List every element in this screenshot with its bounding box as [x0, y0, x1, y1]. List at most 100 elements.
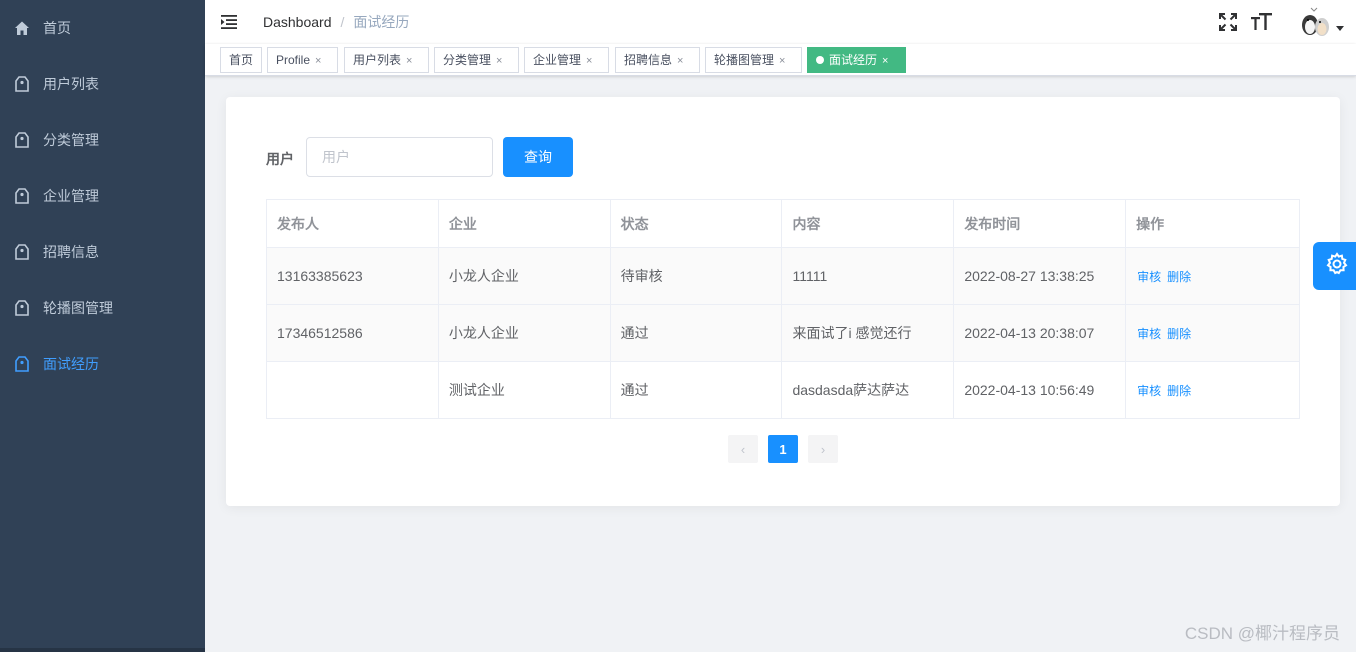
- cell-actions: 审核 删除: [1125, 361, 1300, 419]
- tag-profile[interactable]: Profile ×: [267, 47, 338, 73]
- review-link[interactable]: 审核: [1137, 270, 1161, 284]
- table-row: 17346512586 小龙人企业 通过 来面试了i 感觉还行 2022-04-…: [266, 304, 1300, 362]
- sidebar-item-label: 企业管理: [43, 188, 99, 204]
- cell-publisher: [266, 361, 439, 419]
- sidebar-scrollbar: [0, 648, 205, 652]
- sidebar-item-home[interactable]: 首页: [0, 0, 205, 56]
- tag-label: 分类管理: [443, 53, 492, 67]
- hamburger-icon[interactable]: [221, 14, 239, 30]
- sidebar: 首页 用户列表 分类管理 企业管理 招聘信息 轮播图管理 面试经历: [0, 0, 205, 652]
- breadcrumb-separator: /: [340, 14, 345, 30]
- sidebar-item-label: 分类管理: [43, 132, 99, 148]
- close-icon[interactable]: ×: [315, 55, 321, 67]
- sidebar-item-label: 用户列表: [43, 76, 99, 92]
- user-filter-label: 用户: [266, 151, 294, 167]
- cell-status: 待审核: [609, 247, 783, 305]
- cell-status: 通过: [609, 304, 783, 362]
- delete-link[interactable]: 删除: [1167, 384, 1191, 398]
- tag-interview[interactable]: 面试经历 ×: [807, 47, 906, 73]
- table-row: 13163385623 小龙人企业 待审核 11111 2022-08-27 1…: [266, 247, 1300, 305]
- tag-label: 首页: [229, 53, 254, 67]
- tag-icon: [14, 188, 30, 204]
- tag-home[interactable]: 首页: [220, 47, 262, 73]
- sidebar-item-label: 面试经历: [43, 356, 99, 372]
- fullscreen-icon[interactable]: [1216, 10, 1240, 34]
- cell-time: 2022-08-27 13:38:25: [953, 247, 1127, 305]
- close-icon[interactable]: ×: [779, 55, 785, 67]
- cell-time: 2022-04-13 10:56:49: [953, 361, 1127, 419]
- interview-table: 发布人 企业 状态 内容 发布时间 操作 13163385623 小龙人企业 待…: [266, 199, 1300, 419]
- column-header-status: 状态: [609, 199, 783, 248]
- pagination: ‹ 1 ›: [728, 435, 848, 463]
- cell-content: dasdasda萨达萨达: [781, 361, 955, 419]
- review-link[interactable]: 审核: [1137, 384, 1161, 398]
- sidebar-item-recruit[interactable]: 招聘信息: [0, 224, 205, 280]
- active-dot-icon: [816, 56, 824, 64]
- breadcrumb-current: 面试经历: [353, 14, 410, 30]
- settings-button[interactable]: [1313, 242, 1356, 290]
- cell-status: 通过: [609, 361, 783, 419]
- cell-company: 测试企业: [437, 361, 611, 419]
- column-header-publisher: 发布人: [266, 199, 439, 248]
- home-icon: [14, 20, 30, 36]
- column-header-company: 企业: [437, 199, 611, 248]
- tag-recruit[interactable]: 招聘信息 ×: [615, 47, 700, 73]
- next-page-button[interactable]: ›: [808, 435, 838, 463]
- cell-actions: 审核 删除: [1125, 304, 1300, 362]
- sidebar-item-label: 招聘信息: [43, 244, 99, 260]
- sidebar-item-carousel[interactable]: 轮播图管理: [0, 280, 205, 336]
- user-search-input[interactable]: [306, 137, 493, 177]
- caret-down-icon[interactable]: [1336, 26, 1344, 32]
- tags-view: 首页 Profile × 用户列表 × 分类管理 × 企业管理 × 招聘信息 × 轮播图管…: [205, 44, 1356, 76]
- cell-publisher: 17346512586: [266, 304, 439, 362]
- tag-icon: [14, 300, 30, 316]
- delete-link[interactable]: 删除: [1167, 327, 1191, 341]
- font-size-icon[interactable]: [1250, 10, 1274, 34]
- close-icon[interactable]: ×: [882, 55, 888, 67]
- cell-time: 2022-04-13 20:38:07: [953, 304, 1127, 362]
- cell-actions: 审核 删除: [1125, 247, 1300, 305]
- column-header-content: 内容: [781, 199, 955, 248]
- sidebar-item-label: 轮播图管理: [43, 300, 113, 316]
- search-button[interactable]: 查询: [503, 137, 573, 177]
- cell-company: 小龙人企业: [437, 304, 611, 362]
- prev-page-button[interactable]: ‹: [728, 435, 758, 463]
- table-row: 测试企业 通过 dasdasda萨达萨达 2022-04-13 10:56:49…: [266, 361, 1300, 419]
- column-header-actions: 操作: [1125, 199, 1300, 248]
- tag-label: 用户列表: [353, 53, 402, 67]
- close-icon[interactable]: ×: [406, 55, 412, 67]
- close-icon[interactable]: ×: [677, 55, 683, 67]
- sidebar-item-interview[interactable]: 面试经历: [0, 336, 205, 392]
- tag-label: 轮播图管理: [714, 53, 775, 67]
- navbar-right-menu: [1216, 0, 1356, 44]
- close-icon[interactable]: ×: [586, 55, 592, 67]
- sidebar-item-category[interactable]: 分类管理: [0, 112, 205, 168]
- navbar: Dashboard / 面试经历: [205, 0, 1356, 44]
- tag-icon: [14, 76, 30, 92]
- delete-link[interactable]: 删除: [1167, 270, 1191, 284]
- cell-company: 小龙人企业: [437, 247, 611, 305]
- watermark: CSDN @椰汁程序员: [1184, 624, 1340, 643]
- breadcrumb: Dashboard / 面试经历: [263, 12, 409, 32]
- tag-users[interactable]: 用户列表 ×: [344, 47, 429, 73]
- page-number-button[interactable]: 1: [768, 435, 798, 463]
- column-header-time: 发布时间: [953, 199, 1127, 248]
- tag-company[interactable]: 企业管理 ×: [524, 47, 609, 73]
- avatar[interactable]: [1298, 5, 1332, 39]
- tag-label: Profile: [276, 53, 311, 67]
- breadcrumb-root[interactable]: Dashboard: [263, 14, 332, 30]
- gear-icon: [1325, 251, 1349, 281]
- tag-category[interactable]: 分类管理 ×: [434, 47, 519, 73]
- sidebar-item-users[interactable]: 用户列表: [0, 56, 205, 112]
- sidebar-item-company[interactable]: 企业管理: [0, 168, 205, 224]
- cell-content: 来面试了i 感觉还行: [781, 304, 955, 362]
- tag-carousel[interactable]: 轮播图管理 ×: [705, 47, 802, 73]
- tag-icon: [14, 356, 30, 372]
- tag-label: 企业管理: [533, 53, 582, 67]
- review-link[interactable]: 审核: [1137, 327, 1161, 341]
- close-icon[interactable]: ×: [496, 55, 502, 67]
- main-card: 用户 查询 发布人 企业 状态 内容 发布时间 操作 13163385623 小…: [226, 97, 1340, 506]
- tag-label: 面试经历: [829, 53, 878, 67]
- tag-label: 招聘信息: [624, 53, 673, 67]
- cell-content: 11111: [781, 247, 955, 305]
